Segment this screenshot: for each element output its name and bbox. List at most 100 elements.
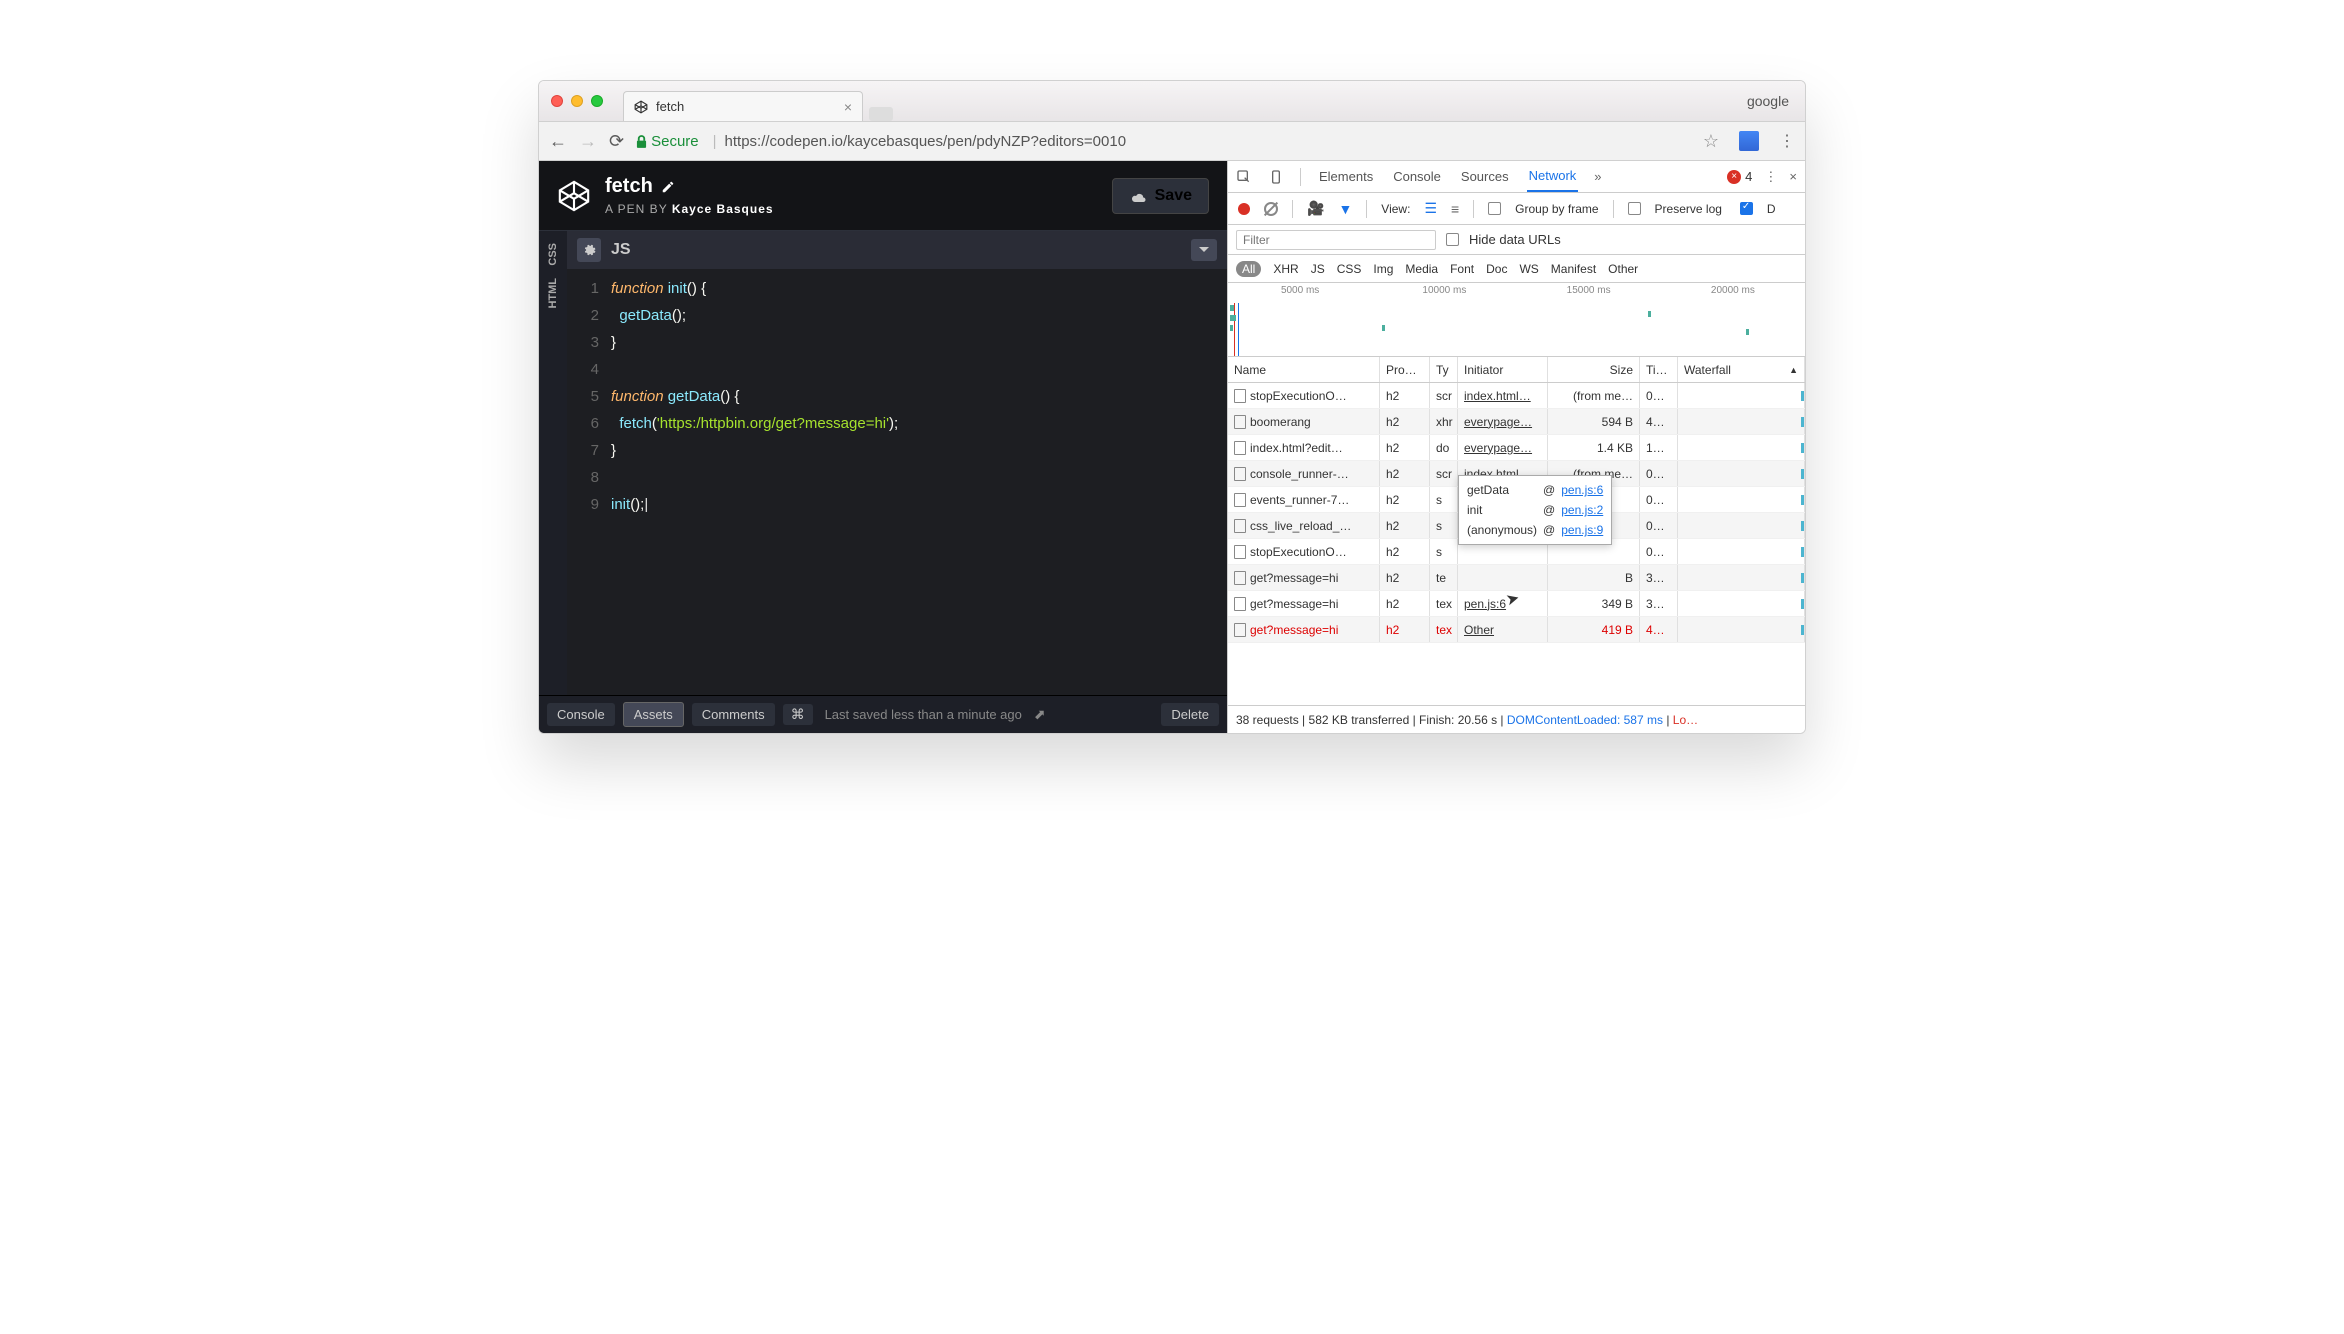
save-label: Save bbox=[1155, 187, 1192, 205]
col-protocol[interactable]: Pro… bbox=[1380, 357, 1430, 382]
back-button[interactable]: ← bbox=[549, 131, 567, 152]
type-filter-ws[interactable]: WS bbox=[1519, 262, 1538, 276]
code-area[interactable]: 123456789 function init() { getData();} … bbox=[567, 269, 1227, 695]
edit-icon[interactable] bbox=[661, 180, 675, 194]
disable-cache-checkbox[interactable] bbox=[1740, 202, 1753, 215]
file-icon bbox=[1234, 545, 1246, 559]
forward-button[interactable]: → bbox=[579, 131, 597, 152]
col-type[interactable]: Ty bbox=[1430, 357, 1458, 382]
file-icon bbox=[1234, 389, 1246, 403]
col-waterfall[interactable]: Waterfall▲ bbox=[1678, 357, 1805, 382]
preserve-log-checkbox[interactable] bbox=[1628, 202, 1641, 215]
pen-author[interactable]: Kayce Basques bbox=[672, 202, 774, 216]
table-row[interactable]: get?message=hih2texOther419 B4… bbox=[1228, 617, 1805, 643]
more-tabs-icon[interactable]: » bbox=[1594, 169, 1601, 184]
console-button[interactable]: Console bbox=[547, 703, 615, 726]
divider: | bbox=[1497, 713, 1507, 727]
group-by-frame-checkbox[interactable] bbox=[1488, 202, 1501, 215]
type-filter-js[interactable]: JS bbox=[1311, 262, 1325, 276]
stack-frame[interactable]: getData@ pen.js:6 bbox=[1467, 480, 1603, 500]
bookmark-icon[interactable]: ☆ bbox=[1703, 131, 1719, 152]
table-row[interactable]: index.html?edit…h2doeverypage…1.4 KB1… bbox=[1228, 435, 1805, 461]
type-filter-doc[interactable]: Doc bbox=[1486, 262, 1507, 276]
browser-tab[interactable]: fetch × bbox=[623, 91, 863, 121]
col-time[interactable]: Ti… bbox=[1640, 357, 1678, 382]
table-row[interactable]: boomerangh2xhreverypage…594 B4… bbox=[1228, 409, 1805, 435]
col-name[interactable]: Name bbox=[1228, 357, 1380, 382]
pen-title[interactable]: fetch bbox=[605, 175, 653, 198]
type-filter-other[interactable]: Other bbox=[1608, 262, 1638, 276]
open-external-icon[interactable]: ⬈ bbox=[1034, 706, 1046, 723]
hide-data-urls-label: Hide data URLs bbox=[1469, 232, 1561, 247]
hide-data-urls-checkbox[interactable] bbox=[1446, 233, 1459, 246]
browser-menu-icon[interactable]: ⋮ bbox=[1779, 131, 1795, 151]
list-view-icon[interactable]: ☰ bbox=[1424, 200, 1437, 217]
filter-icon[interactable]: ▼ bbox=[1338, 201, 1352, 217]
network-toolbar: 🎥 ▼ View: ☰ ≡ Group by frame Preserve lo… bbox=[1228, 193, 1805, 225]
assets-button[interactable]: Assets bbox=[623, 702, 684, 727]
inspect-icon[interactable] bbox=[1236, 169, 1252, 185]
secure-indicator[interactable]: Secure bbox=[636, 133, 699, 150]
profile-label[interactable]: google bbox=[1747, 93, 1789, 109]
pen-title-row: fetch bbox=[605, 175, 774, 198]
settings-icon[interactable]: ⋮ bbox=[1764, 169, 1777, 185]
save-button[interactable]: Save bbox=[1112, 178, 1209, 214]
status-finish: Finish: 20.56 s bbox=[1419, 713, 1497, 727]
type-filter-bar: All XHR JS CSS Img Media Font Doc WS Manifest Othe… bbox=[1228, 255, 1805, 283]
tab-network[interactable]: Network bbox=[1527, 161, 1579, 192]
timeline-overview[interactable]: 5000 ms10000 ms15000 ms20000 ms bbox=[1228, 283, 1805, 357]
record-button[interactable] bbox=[1238, 203, 1250, 215]
close-tab-icon[interactable]: × bbox=[844, 99, 852, 115]
codepen-header: fetch A PEN BY Kayce Basques Save bbox=[539, 161, 1227, 230]
line-gutter: 123456789 bbox=[567, 275, 611, 695]
type-filter-xhr[interactable]: XHR bbox=[1273, 262, 1298, 276]
tab-elements[interactable]: Elements bbox=[1317, 161, 1375, 192]
type-filter-font[interactable]: Font bbox=[1450, 262, 1474, 276]
maximize-window-button[interactable] bbox=[591, 95, 603, 107]
clear-button[interactable] bbox=[1264, 202, 1278, 216]
type-filter-all[interactable]: All bbox=[1236, 261, 1261, 277]
type-filter-media[interactable]: Media bbox=[1405, 262, 1438, 276]
col-size[interactable]: Size bbox=[1548, 357, 1640, 382]
table-row[interactable]: stopExecutionO…h2scrindex.html…(from me…… bbox=[1228, 383, 1805, 409]
url-field[interactable]: Secure | https://codepen.io/kaycebasques… bbox=[636, 133, 1681, 150]
comments-button[interactable]: Comments bbox=[692, 703, 775, 726]
file-icon bbox=[1234, 519, 1246, 533]
stack-frame[interactable]: (anonymous)@ pen.js:9 bbox=[1467, 520, 1603, 540]
network-status-bar: 38 requests | 582 KB transferred | Finis… bbox=[1228, 705, 1805, 733]
devtools-tabs: Elements Console Sources Network » × 4 ⋮… bbox=[1228, 161, 1805, 193]
stack-frame[interactable]: init@ pen.js:2 bbox=[1467, 500, 1603, 520]
load-line bbox=[1238, 303, 1239, 356]
keyboard-shortcut-icon[interactable]: ⌘ bbox=[783, 704, 813, 725]
file-icon bbox=[1234, 467, 1246, 481]
tab-sources[interactable]: Sources bbox=[1459, 161, 1511, 192]
col-initiator[interactable]: Initiator bbox=[1458, 357, 1548, 382]
reload-button[interactable]: ⟳ bbox=[609, 131, 624, 152]
type-filter-css[interactable]: CSS bbox=[1337, 262, 1362, 276]
screenshot-icon[interactable]: 🎥 bbox=[1307, 200, 1324, 217]
new-tab-button[interactable] bbox=[869, 107, 893, 121]
sidebar-html-tab[interactable]: HTML bbox=[547, 274, 559, 313]
extension-icon[interactable] bbox=[1739, 131, 1759, 151]
code-text[interactable]: function init() { getData();} function g… bbox=[611, 275, 1227, 695]
filter-input[interactable] bbox=[1236, 230, 1436, 250]
divider: | bbox=[713, 133, 717, 150]
delete-button[interactable]: Delete bbox=[1161, 703, 1219, 726]
type-filter-manifest[interactable]: Manifest bbox=[1551, 262, 1596, 276]
close-window-button[interactable] bbox=[551, 95, 563, 107]
js-editor: JS 123456789 function init() { getData()… bbox=[567, 231, 1227, 695]
minimize-window-button[interactable] bbox=[571, 95, 583, 107]
error-badge[interactable]: × 4 bbox=[1727, 169, 1752, 184]
device-icon[interactable] bbox=[1268, 169, 1284, 185]
status-requests: 38 requests bbox=[1236, 713, 1299, 727]
timeline-marks bbox=[1228, 303, 1805, 356]
type-filter-img[interactable]: Img bbox=[1373, 262, 1393, 276]
editor-settings-button[interactable] bbox=[577, 238, 601, 262]
close-devtools-icon[interactable]: × bbox=[1789, 169, 1797, 184]
gear-icon bbox=[582, 243, 596, 257]
preserve-log-label: Preserve log bbox=[1655, 202, 1722, 216]
sidebar-css-tab[interactable]: CSS bbox=[547, 239, 559, 270]
collapse-button[interactable] bbox=[1191, 239, 1217, 261]
frame-view-icon[interactable]: ≡ bbox=[1451, 201, 1459, 217]
tab-console[interactable]: Console bbox=[1391, 161, 1443, 192]
